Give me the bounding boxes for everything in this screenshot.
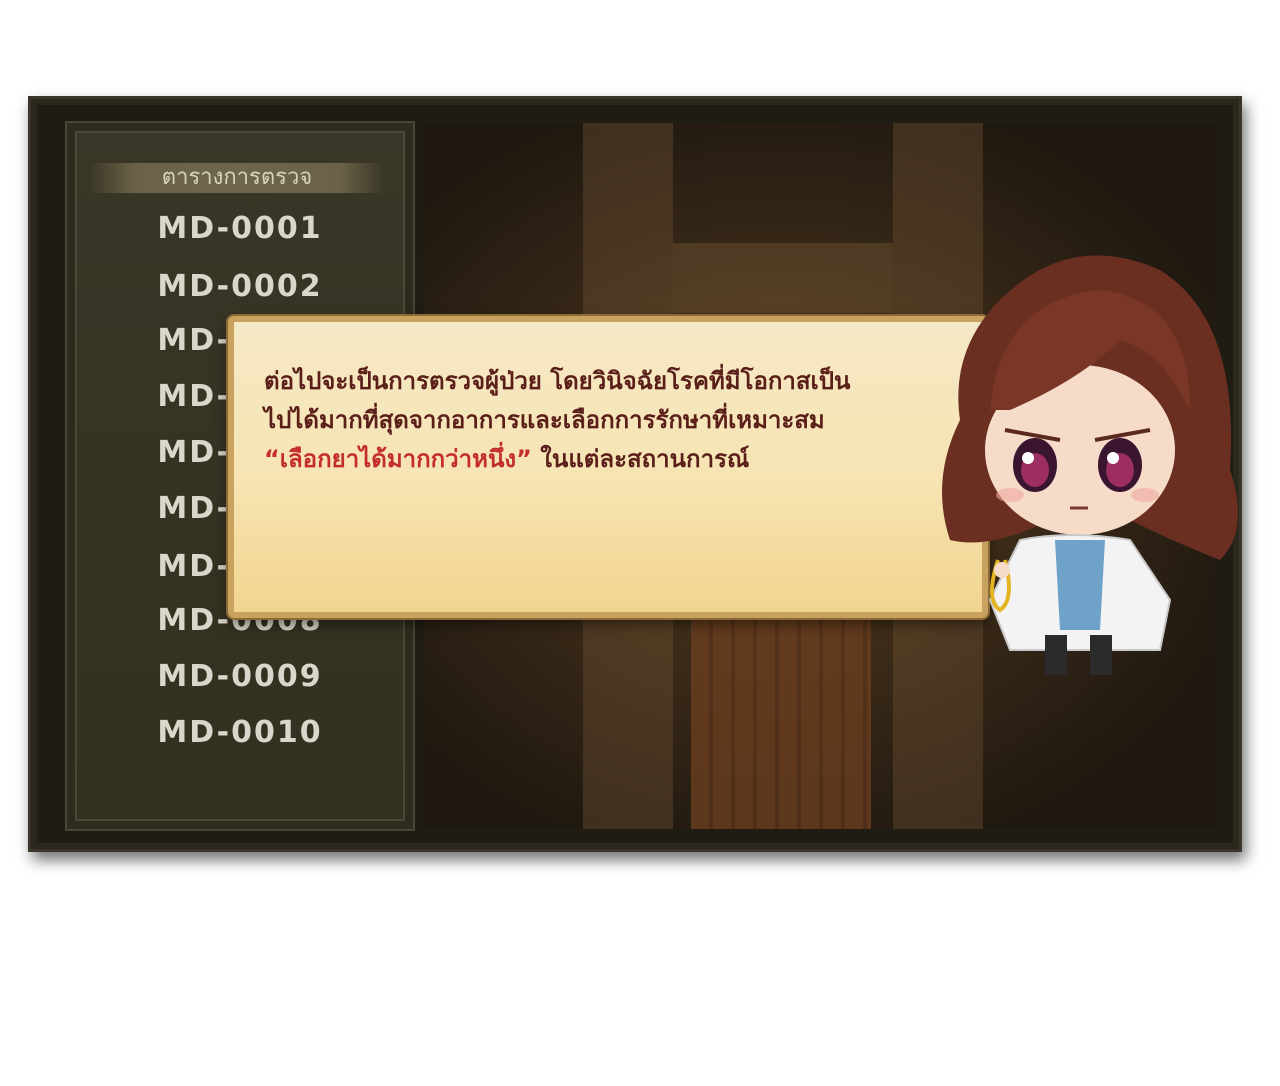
wooden-door [691,593,871,829]
dialog-line-1: ต่อไปจะเป็นการตรวจผู้ป่วย โดยวินิจฉัยโรค… [264,367,851,395]
doctor-character [942,255,1238,675]
dialog-line-3: “เลือกยาได้มากกว่าหนึ่ง” ในแต่ละสถานการณ… [264,440,954,479]
panel-title: ตารางการตรวจ [89,163,385,193]
dialog-highlight: “เลือกยาได้มากกว่าหนึ่ง” [264,445,532,473]
case-item-0010[interactable]: MD-0010 [67,715,413,750]
dialog-line-3-rest: ในแต่ละสถานการณ์ [531,445,750,473]
case-item-0002[interactable]: MD-0002 [67,269,413,304]
dialog-message: ต่อไปจะเป็นการตรวจผู้ป่วย โดยวินิจฉัยโรค… [264,362,954,479]
dialog-box[interactable]: ต่อไปจะเป็นการตรวจผู้ป่วย โดยวินิจฉัยโรค… [228,316,988,618]
dialog-line-2: ไปได้มากที่สุดจากอาการและเลือกการรักษาที… [264,406,825,434]
case-item-0001[interactable]: MD-0001 [67,211,413,246]
case-item-0009[interactable]: MD-0009 [67,659,413,694]
stone-arch [673,243,893,313]
